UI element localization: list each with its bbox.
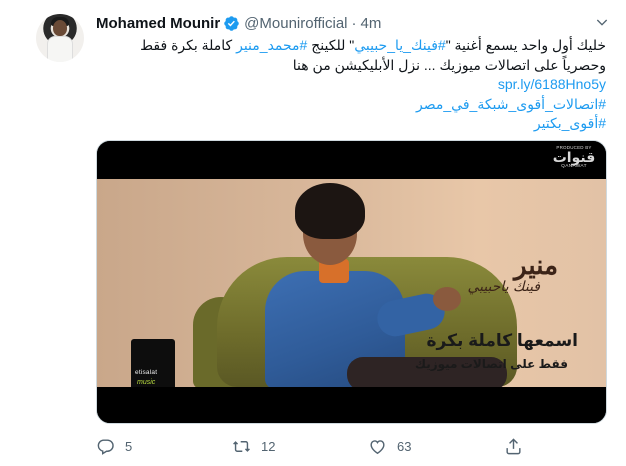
avatar-head bbox=[53, 20, 67, 36]
avatar[interactable] bbox=[36, 14, 84, 62]
timestamp[interactable]: 4m bbox=[361, 15, 382, 32]
tweet-actions: 5 12 63 bbox=[96, 436, 526, 458]
media-letterbox-top bbox=[97, 141, 606, 179]
ad-headline: اسمعها كاملة بكرة bbox=[426, 331, 578, 350]
hashtag-link[interactable]: #اتصالات_أقوى_شبكة_في_مصر bbox=[416, 96, 606, 112]
user-handle[interactable]: @Mounirofficial bbox=[244, 15, 347, 32]
avatar-body bbox=[47, 36, 73, 62]
man-hair bbox=[295, 183, 365, 239]
ad-subline: فقط على اتصالات ميوزيك bbox=[415, 357, 568, 371]
hashtag-link[interactable]: #فينك_يا_حبيبي bbox=[354, 37, 445, 53]
media-scene: منير فينك ياحبيبي اسمعها كاملة بكرة فقط … bbox=[97, 179, 606, 397]
media-image[interactable]: منير فينك ياحبيبي اسمعها كاملة بكرة فقط … bbox=[96, 140, 607, 424]
tweet-text: خليك أول واحد يسمع أغنية "#فينك_يا_حبيبي… bbox=[96, 36, 606, 134]
share-button[interactable] bbox=[504, 436, 523, 456]
short-url-link[interactable]: spr.ly/6188Hno5y bbox=[498, 76, 606, 92]
producer-logo: PRODUCED BY قنوات QANAWAT bbox=[552, 145, 596, 177]
more-menu-chevron-icon[interactable] bbox=[594, 14, 610, 30]
man-hand bbox=[433, 287, 461, 311]
hashtag-link[interactable]: #محمد_منير bbox=[236, 37, 307, 53]
media-letterbox-bottom bbox=[97, 387, 606, 423]
tweet-line-2: وحصرياً على اتصالات ميوزيك ... نزل الأبل… bbox=[292, 56, 606, 73]
text-segment: " للكينج bbox=[307, 37, 355, 53]
logo-brand-bottom: music bbox=[137, 379, 156, 386]
verified-badge-icon bbox=[224, 15, 239, 31]
tweet-line-1: خليك أول واحد يسمع أغنية "#فينك_يا_حبيبي… bbox=[96, 36, 606, 56]
retweet-count: 12 bbox=[261, 438, 276, 454]
tweet-card[interactable]: Mohamed Mounir @Mounirofficial · 4m خليك… bbox=[0, 0, 626, 466]
song-title: فينك ياحبيبي bbox=[467, 279, 540, 295]
reply-count: 5 bbox=[125, 438, 133, 454]
display-name[interactable]: Mohamed Mounir bbox=[96, 15, 220, 32]
like-count: 63 bbox=[397, 438, 412, 454]
heart-icon bbox=[370, 439, 385, 454]
retweet-icon bbox=[233, 440, 250, 452]
logo-brand-top: etisalat bbox=[135, 369, 158, 376]
producer-mark: قنوات bbox=[552, 149, 596, 165]
hashtag-link[interactable]: #أقوى_بكتير bbox=[534, 115, 606, 131]
share-icon bbox=[506, 437, 521, 454]
reply-button[interactable]: 5 bbox=[96, 436, 132, 456]
artist-title: منير bbox=[514, 251, 558, 281]
like-button[interactable]: 63 bbox=[368, 436, 411, 456]
tweet-header: Mohamed Mounir @Mounirofficial · 4m bbox=[96, 14, 381, 32]
text-segment: كاملة بكرة فقط bbox=[140, 37, 237, 53]
reply-icon bbox=[97, 438, 114, 455]
text-segment: خليك أول واحد يسمع أغنية " bbox=[445, 37, 606, 53]
retweet-button[interactable]: 12 bbox=[232, 436, 275, 456]
separator-dot: · bbox=[351, 14, 357, 32]
